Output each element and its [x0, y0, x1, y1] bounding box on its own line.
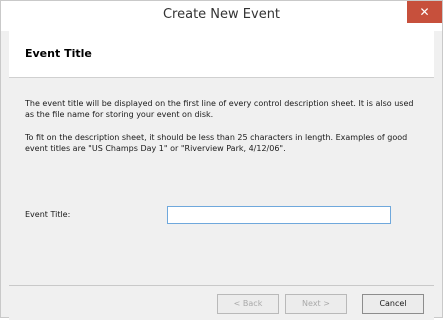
- button-bar: < Back Next > Cancel: [9, 285, 434, 320]
- title-bar: Create New Event ✕: [1, 1, 442, 31]
- description-paragraph-2: To fit on the description sheet, it shou…: [25, 133, 408, 153]
- cancel-button[interactable]: Cancel: [362, 294, 424, 314]
- create-event-window: Create New Event ✕ Event Title The event…: [0, 0, 443, 320]
- wizard-header: Event Title: [9, 31, 434, 78]
- page-title: Event Title: [25, 47, 92, 60]
- description-paragraph-1: The event title will be displayed on the…: [25, 99, 414, 119]
- next-button[interactable]: Next >: [285, 294, 347, 314]
- close-button[interactable]: ✕: [407, 1, 442, 23]
- event-title-input[interactable]: [167, 206, 391, 224]
- back-button[interactable]: < Back: [217, 294, 279, 314]
- wizard-content: The event title will be displayed on the…: [9, 78, 434, 285]
- close-icon: ✕: [419, 5, 430, 19]
- window-title: Create New Event: [162, 7, 281, 22]
- event-title-label: Event Title:: [25, 210, 71, 219]
